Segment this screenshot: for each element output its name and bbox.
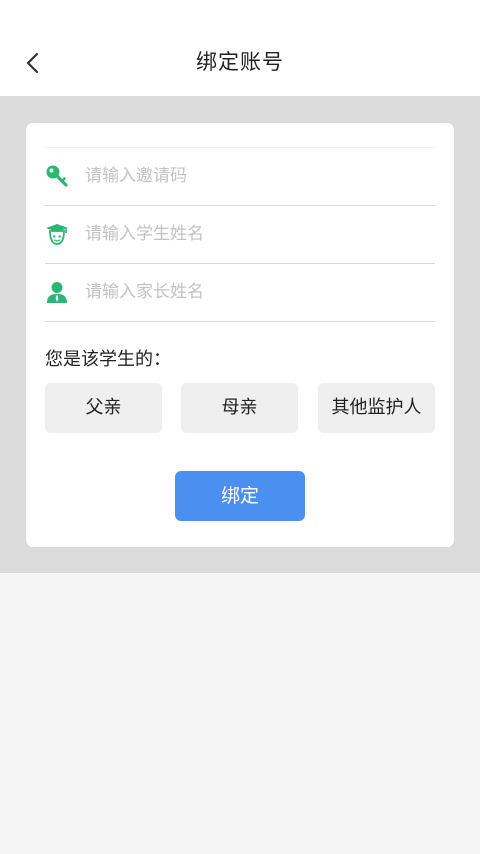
invite-code-input[interactable] [85,161,425,191]
relation-guardian-button[interactable]: 其他监护人 [318,383,435,433]
bind-account-card: 您是该学生的： 父亲 母亲 其他监护人 绑定 [26,123,454,547]
key-icon [45,164,69,188]
student-graduation-cap-icon [45,222,69,246]
app-header: 绑定账号 [0,0,480,96]
parent-name-field [45,264,435,322]
parent-name-input[interactable] [85,277,425,307]
relation-father-button[interactable]: 父亲 [45,383,162,433]
student-name-input[interactable] [85,219,425,249]
invite-code-field [45,148,435,206]
relation-mother-button[interactable]: 母亲 [181,383,298,433]
student-name-field [45,206,435,264]
person-icon [45,280,69,304]
page-title: 绑定账号 [196,50,284,74]
relation-label: 您是该学生的： [45,349,171,370]
bind-button[interactable]: 绑定 [175,471,305,521]
